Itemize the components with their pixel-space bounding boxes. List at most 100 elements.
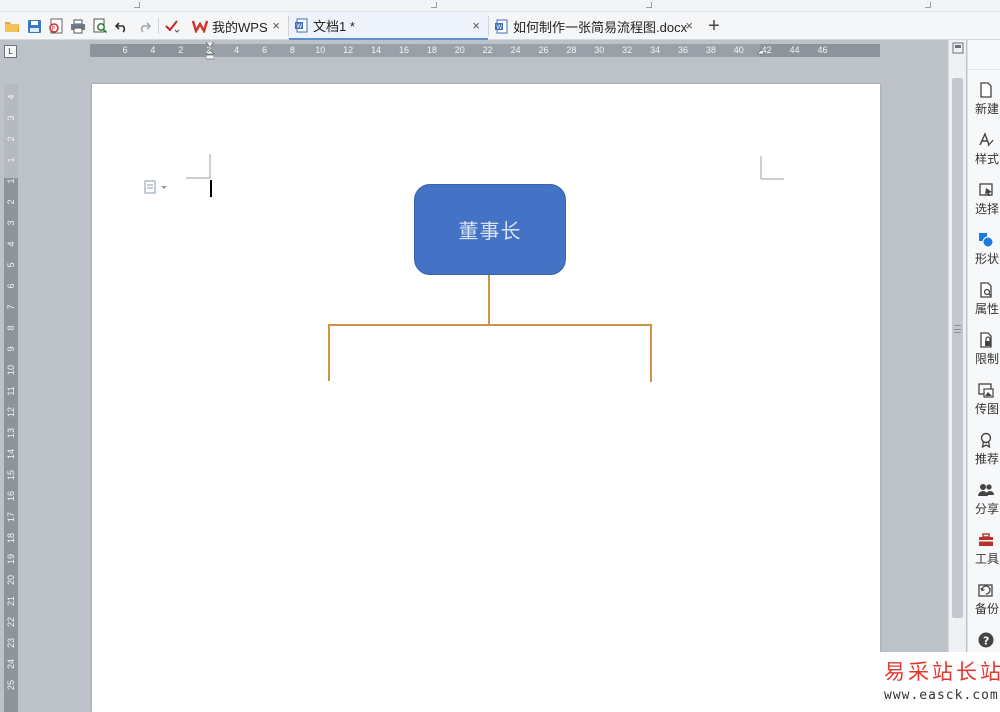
vertical-scrollbar[interactable] <box>948 40 966 712</box>
ruler-number: 6 <box>6 283 16 289</box>
close-tab-icon[interactable]: × <box>685 18 693 33</box>
ruler-number: 23 <box>6 638 16 649</box>
ruler-number: 18 <box>6 533 16 544</box>
ruler-number: 32 <box>622 45 633 55</box>
scrollbar-thumb[interactable] <box>952 78 963 618</box>
ruler-number: 10 <box>6 365 16 376</box>
sidebar-item-new[interactable]: 新建 <box>968 76 1000 126</box>
ruler-number: 4 <box>6 241 16 247</box>
restrict-icon <box>980 332 992 348</box>
ruler-number: 2 <box>206 45 212 55</box>
document-page[interactable]: 董事长 <box>92 84 880 712</box>
customize-icon[interactable] <box>162 16 182 36</box>
ruler-number: 22 <box>6 617 16 628</box>
sidebar-item-restrict[interactable]: 限制 <box>968 326 1000 376</box>
tab-label: 文档1 * <box>313 18 355 34</box>
ruler-number: 21 <box>6 596 16 607</box>
connector-right-branch[interactable] <box>650 324 652 382</box>
close-tab-icon[interactable]: × <box>472 18 480 33</box>
ruler-number: 8 <box>289 45 295 55</box>
svg-text:W: W <box>296 23 302 30</box>
paste-options-icon[interactable] <box>144 180 170 194</box>
ruler-number: 1 <box>6 178 16 184</box>
svg-text:W: W <box>496 24 502 31</box>
tab-flowchart-doc[interactable]: W 如何制作一张简易流程图.docx × <box>489 12 701 40</box>
task-pane-sidebar: 新建 样式 选择 形状 属性 限制 传图 推荐 分享 工具 备份 ? 帮 <box>967 40 1000 712</box>
split-view-icon[interactable] <box>952 42 964 54</box>
tab-document1[interactable]: W 文档1 * × <box>289 12 488 40</box>
open-folder-icon[interactable] <box>2 16 22 36</box>
ruler-number: 20 <box>6 575 16 586</box>
style-icon <box>979 132 994 147</box>
ruler-number: 4 <box>6 94 16 100</box>
ruler-number: 11 <box>6 386 16 396</box>
ruler-number: 16 <box>398 45 410 55</box>
redo-icon[interactable] <box>134 16 154 36</box>
properties-icon <box>980 282 992 298</box>
sidebar-item-shape[interactable]: 形状 <box>968 226 1000 276</box>
tab-stop-selector[interactable]: L <box>4 45 17 58</box>
ruler-number: 26 <box>538 45 549 55</box>
ruler-number: 12 <box>6 407 16 418</box>
export-pdf-icon[interactable]: P <box>46 16 66 36</box>
sidebar-item-label: 备份 <box>975 602 1000 616</box>
sidebar-header <box>968 40 1000 70</box>
ruler-number: 24 <box>510 45 521 55</box>
help-icon: ? <box>978 632 994 648</box>
ruler-number: 22 <box>482 45 493 55</box>
tab-bar: P 我的WPS × W 文档1 * × W 如何制作一张简易流程图.docx ×… <box>0 12 1000 40</box>
upload-image-icon <box>978 383 994 398</box>
ruler-number: 6 <box>261 45 268 55</box>
ruler-number: 10 <box>315 45 326 55</box>
group-dialog-launcher[interactable] <box>925 2 931 8</box>
print-icon[interactable] <box>68 16 88 36</box>
ruler-number: 36 <box>677 45 689 55</box>
new-tab-button[interactable]: + <box>704 15 724 37</box>
sidebar-item-label: 工具 <box>975 552 1000 566</box>
ruler-number: 20 <box>454 45 465 55</box>
select-icon <box>979 183 993 196</box>
save-icon[interactable] <box>24 16 44 36</box>
ruler-number: 12 <box>343 45 354 55</box>
ruler-number: 7 <box>6 304 16 310</box>
sidebar-item-properties[interactable]: 属性 <box>968 276 1000 326</box>
tab-my-wps[interactable]: 我的WPS × <box>186 12 288 40</box>
connector-horizontal[interactable] <box>328 324 652 326</box>
ruler-number: 18 <box>426 45 437 55</box>
wps-logo-icon <box>192 20 208 33</box>
group-dialog-launcher[interactable] <box>431 2 437 8</box>
sidebar-item-share[interactable]: 分享 <box>968 476 1000 526</box>
svg-text:?: ? <box>983 635 989 648</box>
margin-corner-mark <box>186 154 211 179</box>
backup-icon <box>978 584 993 597</box>
tab-label: 如何制作一张简易流程图.docx <box>513 19 688 35</box>
sidebar-item-upload-image[interactable]: 传图 <box>968 376 1000 426</box>
ruler-number: 17 <box>6 512 16 523</box>
connector-left-branch[interactable] <box>328 324 330 381</box>
vertical-ruler[interactable]: 4 3 2 1 1 2 3 4 5 6 7 8 9 10 11 12 13 14 15 16 17 18 19 20 21 22 2… <box>4 84 18 712</box>
close-tab-icon[interactable]: × <box>272 18 280 33</box>
shape-label: 董事长 <box>458 219 522 243</box>
horizontal-ruler[interactable]: 6 4 2 2 4 6 8 10 12 14 16 18 20 22 24 26 28 30 32 34 36 38 40 4… <box>90 42 880 60</box>
top-ribbon-strip <box>0 0 1000 12</box>
share-icon <box>978 484 994 496</box>
print-preview-icon[interactable] <box>90 16 110 36</box>
sidebar-item-label: 样式 <box>975 152 1000 166</box>
sidebar-item-label: 形状 <box>975 252 1000 266</box>
sidebar-item-tools[interactable]: 工具 <box>968 526 1000 576</box>
ruler-number: 2 <box>178 45 184 55</box>
sidebar-item-recommend[interactable]: 推荐 <box>968 426 1000 476</box>
connector-vertical-main[interactable] <box>488 275 490 325</box>
flowchart-box-chairman[interactable]: 董事长 <box>414 184 566 275</box>
group-dialog-launcher[interactable] <box>134 2 140 8</box>
undo-icon[interactable] <box>112 16 132 36</box>
sidebar-item-label: 分享 <box>975 502 1000 516</box>
group-dialog-launcher[interactable] <box>646 2 652 8</box>
sidebar-item-backup[interactable]: 备份 <box>968 576 1000 626</box>
word-doc-icon: W <box>495 19 508 33</box>
sidebar-item-select[interactable]: 选择 <box>968 176 1000 226</box>
sidebar-item-label: 推荐 <box>975 452 1000 466</box>
sidebar-item-style[interactable]: 样式 <box>968 126 1000 176</box>
ruler-number: 2 <box>6 199 16 205</box>
ruler-number: 42 <box>761 45 772 55</box>
